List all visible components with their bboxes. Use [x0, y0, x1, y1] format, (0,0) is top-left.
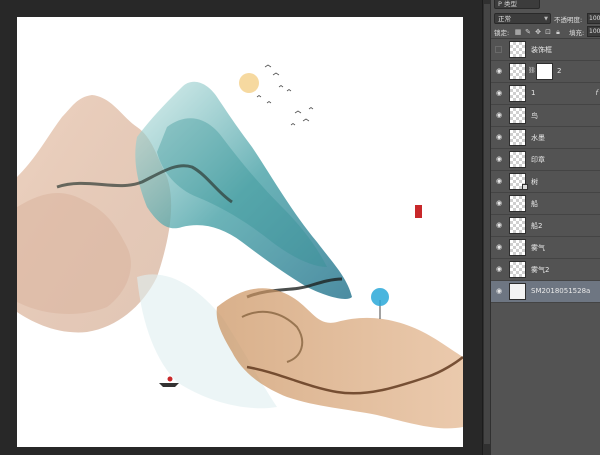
layer-name: 雾气2 [531, 266, 550, 274]
kind-filter-select[interactable]: P 类型 [494, 0, 540, 9]
scrollbar-thumb[interactable] [484, 4, 490, 444]
layer-thumbnail [509, 129, 526, 146]
lock-position-icon[interactable]: ✥ [534, 28, 542, 36]
eye-icon[interactable]: ◉ [495, 199, 503, 207]
opacity-label: 不透明度: [554, 16, 583, 24]
layer-thumbnail [509, 283, 526, 300]
eye-icon[interactable]: ◉ [495, 89, 503, 97]
layer-name: 2 [557, 67, 562, 75]
document-canvas[interactable] [17, 17, 463, 447]
blend-opacity-row: 正常 ▼ 不透明度: 100% [491, 12, 600, 26]
fx-icon[interactable]: f [596, 89, 598, 97]
layer-row[interactable]: ◉ 水墨 [491, 127, 600, 149]
layer-name: 印章 [531, 156, 545, 164]
layer-row[interactable]: ◉ 树 [491, 171, 600, 193]
layer-mask-thumbnail[interactable] [536, 63, 553, 80]
layer-thumbnail [509, 63, 526, 80]
fill-field[interactable]: 100% [587, 26, 600, 37]
lock-artboard-icon[interactable]: ⊡ [544, 28, 552, 36]
layer-row[interactable]: ◉ 船2 [491, 215, 600, 237]
layer-thumbnail [509, 217, 526, 234]
layer-row[interactable]: ◉ 雾气 [491, 237, 600, 259]
lock-all-icon[interactable]: 🔒︎ [554, 28, 562, 36]
chevron-down-icon: ▼ [544, 16, 548, 22]
chain-link-icon[interactable]: ⛓︎ [528, 67, 536, 74]
layer-row[interactable]: ◉ 船 [491, 193, 600, 215]
birds-flock [256, 64, 314, 126]
layer-thumbnail [509, 261, 526, 278]
eye-icon[interactable]: ◉ [495, 155, 503, 163]
lock-transparency-icon[interactable]: ▦ [514, 28, 522, 36]
layer-name: 船 [531, 200, 538, 208]
layer-row[interactable]: ◉ ⛓︎ 2 [491, 61, 600, 83]
blend-mode-select[interactable]: 正常 ▼ [494, 13, 551, 24]
eye-icon[interactable]: ◉ [495, 67, 503, 75]
seal-stamp [415, 205, 422, 218]
layer-row[interactable]: ◉ 印章 [491, 149, 600, 171]
ink-landscape-artwork [17, 64, 463, 429]
layer-name: 树 [531, 178, 538, 186]
layer-row[interactable]: ◉ 鸟 [491, 105, 600, 127]
eye-icon[interactable]: ◉ [495, 177, 503, 185]
lock-label: 锁定: [494, 29, 510, 37]
layer-row[interactable]: ◉ 雾气2 [491, 259, 600, 281]
lock-paint-icon[interactable]: ✎ [524, 28, 532, 36]
lock-fill-row: 锁定: ▦ ✎ ✥ ⊡ 🔒︎ 填充: 100% [491, 26, 600, 39]
layer-thumbnail [509, 151, 526, 168]
layer-name: 鸟 [531, 112, 538, 120]
canvas-workspace[interactable] [0, 0, 482, 455]
tree-illustration [371, 288, 389, 319]
layer-name: 1 [531, 89, 536, 97]
eye-icon[interactable]: ◉ [495, 111, 503, 119]
layer-thumbnail [509, 239, 526, 256]
layer-name: 水墨 [531, 134, 545, 142]
layer-thumbnail [509, 107, 526, 124]
blend-mode-value: 正常 [498, 15, 511, 23]
smart-object-icon [522, 184, 528, 190]
fill-label: 填充: [569, 29, 585, 37]
eye-icon[interactable]: ◉ [495, 221, 503, 229]
layer-row-selected[interactable]: ◉ SM2018051528a [491, 281, 600, 303]
eye-icon[interactable]: ◉ [495, 133, 503, 141]
layers-list: 装饰框 ◉ ⛓︎ 2 ◉ 1 f ◉ 鸟 ◉ 水墨 ◉ 印章 ◉ 树 ◉ 船 ◉… [491, 39, 600, 303]
layer-name: SM2018051528a [531, 287, 591, 295]
layers-filter-bar: P 类型 [491, 0, 600, 12]
visibility-toggle-off[interactable] [495, 46, 502, 53]
layer-thumbnail [509, 85, 526, 102]
eye-icon[interactable]: ◉ [495, 243, 503, 251]
layer-name: 雾气 [531, 244, 545, 252]
layer-thumbnail [509, 195, 526, 212]
layer-row[interactable]: ◉ 1 f [491, 83, 600, 105]
opacity-field[interactable]: 100% [587, 13, 600, 24]
layers-panel: P 类型 正常 ▼ 不透明度: 100% 锁定: ▦ ✎ ✥ ⊡ 🔒︎ 填充: … [491, 0, 600, 455]
eye-icon[interactable]: ◉ [495, 265, 503, 273]
sun-circle [239, 73, 259, 93]
layer-name: 装饰框 [531, 46, 552, 54]
layer-thumbnail [509, 41, 526, 58]
layer-name: 船2 [531, 222, 543, 230]
eye-icon[interactable]: ◉ [495, 287, 503, 295]
layer-row[interactable]: 装饰框 [491, 39, 600, 61]
